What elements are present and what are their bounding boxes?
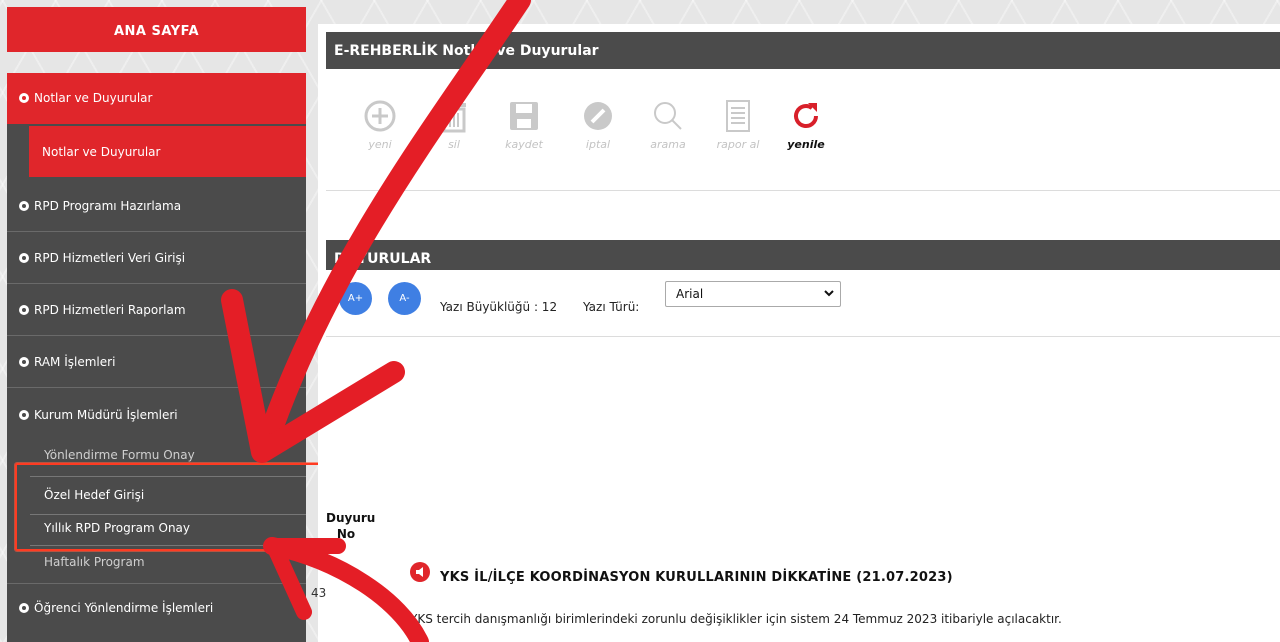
home-button[interactable]: ANA SAYFA (7, 7, 306, 52)
divider (326, 190, 1280, 191)
sidebar-subitem-haftalik[interactable]: Haftalık Program (30, 553, 306, 571)
sidebar-item-ram[interactable]: RAM İşlemleri (7, 337, 306, 388)
sidebar-item-notlar[interactable]: Notlar ve Duyurular (7, 73, 306, 124)
font-increase-button[interactable]: A+ (339, 282, 372, 315)
refresh-button[interactable]: yenile (776, 96, 836, 151)
floppy-icon (510, 102, 538, 130)
font-type-select[interactable]: Arial (665, 281, 841, 307)
highlight-frame (15, 463, 329, 551)
sidebar-item-ogrenci-yonlendirme[interactable]: Öğrenci Yönlendirme İşlemleri (7, 583, 306, 631)
sidebar-item-rpd-veri-girisi[interactable]: RPD Hizmetleri Veri Girişi (7, 233, 306, 284)
sidebar-subitem-yonlendirme-onay[interactable]: Yönlendirme Formu Onay (30, 446, 306, 464)
bullet-icon (19, 602, 29, 613)
bullet-icon (19, 201, 29, 211)
sidebar-item-label: RPD Hizmetleri Raporlam (34, 303, 186, 317)
sidebar-item-kurum-muduru[interactable]: Kurum Müdürü İşlemleri (7, 389, 306, 440)
sidebar-item-label: RAM İşlemleri (34, 355, 116, 369)
announcement-title[interactable]: YKS İL/İLÇE KOORDİNASYON KURULLARININ Dİ… (440, 570, 953, 585)
sidebar-subitem-notlar[interactable]: Notlar ve Duyurular (29, 126, 306, 177)
report-button[interactable]: rapor al (708, 96, 768, 151)
bullet-icon (19, 357, 29, 367)
sidebar-menu: Notlar ve Duyurular Notlar ve Duyurular … (7, 73, 306, 642)
announcement-number: 43 (311, 586, 327, 600)
sidebar-item-label: Notlar ve Duyurular (34, 91, 153, 105)
refresh-icon (794, 103, 818, 128)
search-icon (654, 102, 682, 130)
plus-icon (364, 100, 396, 132)
bullet-icon (19, 93, 29, 103)
bullet-icon (19, 253, 29, 263)
bullet-icon (19, 409, 29, 420)
sidebar-item-rpd-hazirlama[interactable]: RPD Programı Hazırlama (7, 181, 306, 232)
report-icon (726, 100, 750, 132)
cancel-icon (584, 102, 612, 130)
column-header-line: Duyuru (326, 511, 376, 525)
sidebar-item-label: Notlar ve Duyurular (42, 144, 161, 159)
font-type-label: Yazı Türü: (583, 300, 640, 314)
search-button[interactable]: arama (638, 96, 698, 151)
section-title: DUYURULAR (326, 240, 1280, 270)
sidebar-item-rpd-raporlama[interactable]: RPD Hizmetleri Raporlam (7, 285, 306, 336)
column-header-line: No (336, 527, 356, 541)
announcement-body: YKS tercih danışmanlığı birimlerindeki z… (410, 612, 1062, 626)
chevron-down-icon (824, 290, 834, 297)
sidebar-item-label: RPD Programı Hazırlama (34, 199, 182, 213)
trash-icon (442, 100, 466, 133)
font-type-value: Arial (676, 287, 704, 301)
sidebar-item-label: Kurum Müdürü İşlemleri (34, 407, 178, 422)
font-decrease-button[interactable]: A- (388, 282, 421, 315)
sidebar-item-label: RPD Hizmetleri Veri Girişi (34, 251, 186, 265)
cancel-button[interactable]: iptal (568, 96, 628, 151)
main-panel: E-REHBERLİK Notlar ve Duyurular yeni sil… (311, 24, 1280, 642)
new-button[interactable]: yeni (350, 96, 410, 151)
megaphone-icon (410, 562, 430, 582)
column-header-duyuru-no: Duyuru No (326, 510, 376, 542)
delete-button[interactable]: sil (424, 96, 484, 151)
sidebar-item-label: Öğrenci Yönlendirme İşlemleri (34, 600, 214, 615)
bullet-icon (19, 305, 29, 315)
divider (326, 336, 1280, 337)
save-button[interactable]: kaydet (494, 96, 554, 151)
page-title: E-REHBERLİK Notlar ve Duyurular (326, 32, 1280, 69)
font-size-label: Yazı Büyüklüğü : 12 (440, 300, 558, 314)
